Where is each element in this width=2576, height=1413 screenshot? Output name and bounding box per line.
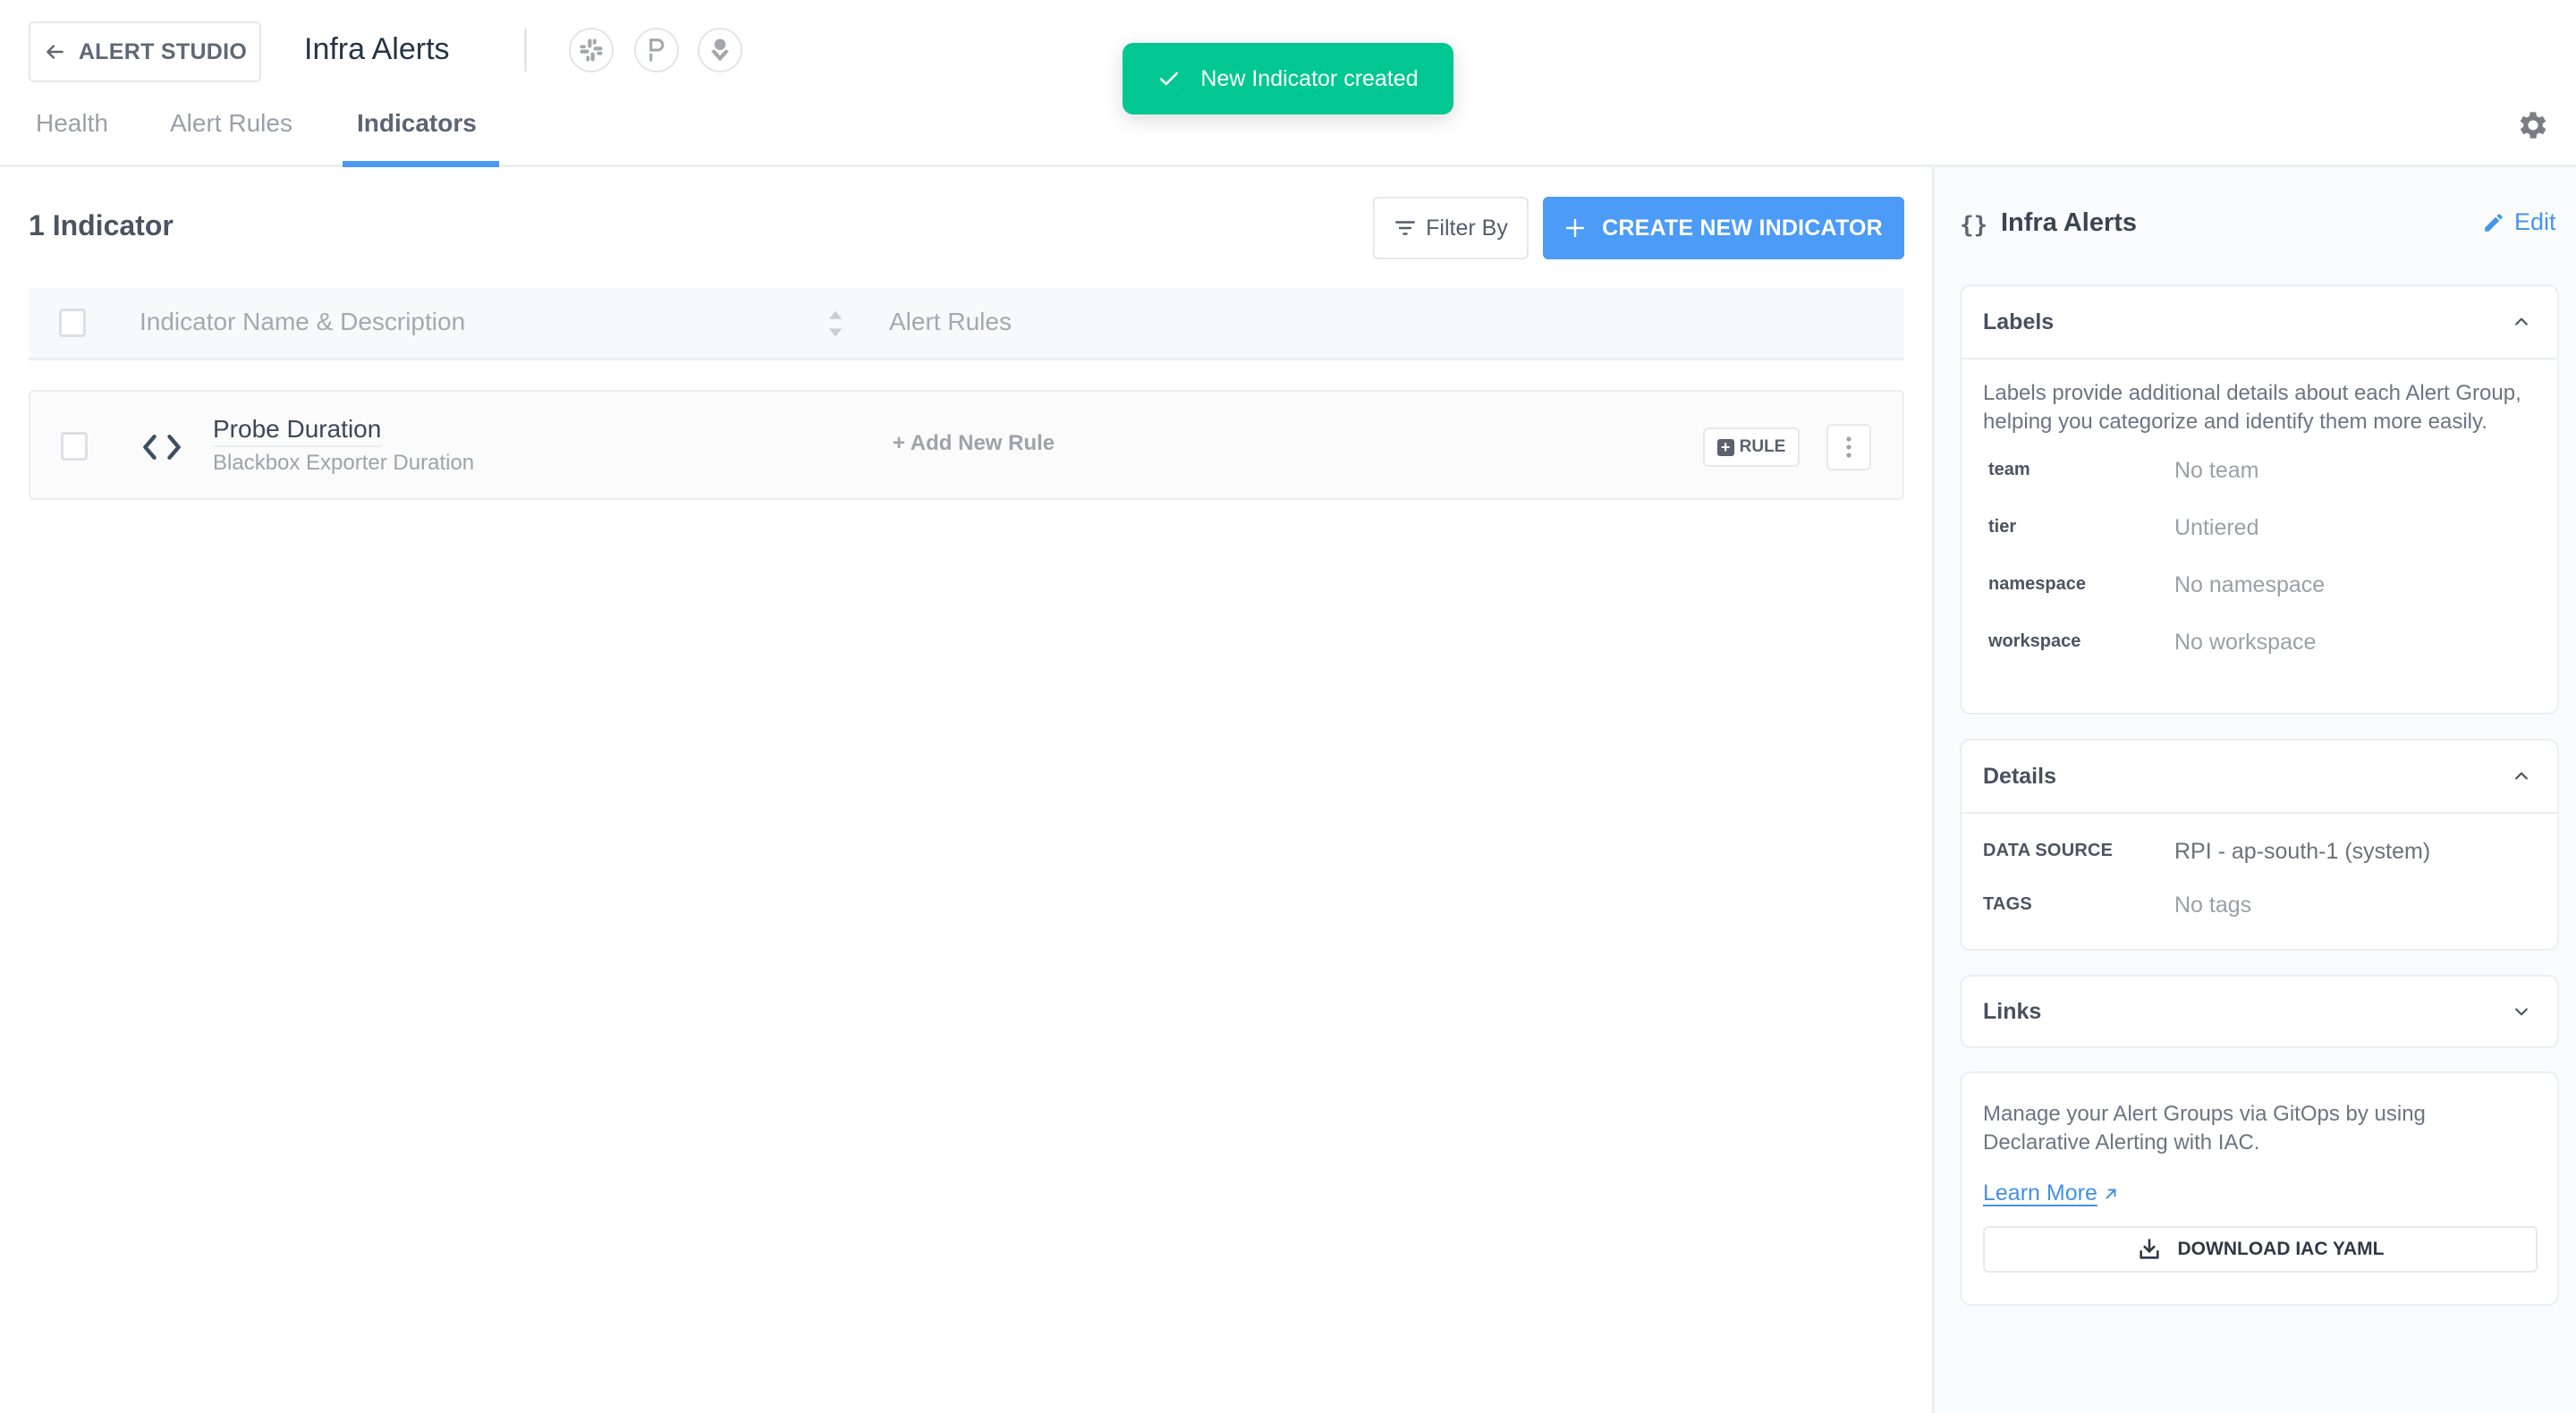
tab-health[interactable]: Health xyxy=(36,109,108,138)
labels-card-title: Labels xyxy=(1983,309,2055,334)
opsgenie-icon xyxy=(711,38,729,62)
plus-icon xyxy=(1565,218,1585,238)
detail-row-data-source: DATA SOURCE RPI - ap-south-1 (system) xyxy=(1983,825,2536,878)
arrow-left-icon xyxy=(47,45,64,59)
label-row-tier: tier Untiered xyxy=(1983,501,2536,558)
row-more-options-button[interactable] xyxy=(1826,424,1871,470)
links-card: Links xyxy=(1960,975,2559,1048)
more-vertical-icon xyxy=(1846,436,1852,458)
toast-message: New Indicator created xyxy=(1200,65,1419,91)
slack-icon xyxy=(580,38,603,62)
indicator-count-title: 1 Indicator xyxy=(29,209,174,241)
label-row-team: team No team xyxy=(1983,444,2536,501)
label-key: tier xyxy=(1988,517,2017,537)
table-header: Indicator Name & Description Alert Rules xyxy=(29,288,1904,360)
create-new-indicator-label: CREATE NEW INDICATOR xyxy=(1602,215,1883,241)
gitops-card: Manage your Alert Groups via GitOps by u… xyxy=(1960,1071,2559,1306)
labels-card: Labels Labels provide additional details… xyxy=(1960,284,2559,715)
success-toast: New Indicator created xyxy=(1123,43,1453,114)
select-all-checkbox[interactable] xyxy=(59,309,86,337)
table-row[interactable]: Probe Duration Blackbox Exporter Duratio… xyxy=(29,390,1904,500)
sort-icon[interactable] xyxy=(827,309,843,338)
chevron-down-icon xyxy=(2515,1008,2528,1016)
filter-icon xyxy=(1395,221,1416,235)
detail-value: No tags xyxy=(2174,893,2252,918)
filter-by-label: Filter By xyxy=(1426,215,1508,241)
chevron-up-icon xyxy=(2515,772,2528,780)
labels-card-header[interactable]: Labels xyxy=(1962,286,2557,360)
opsgenie-integration-button[interactable] xyxy=(698,28,742,72)
download-icon xyxy=(2139,1239,2159,1259)
learn-more-label: Learn More xyxy=(1983,1180,2097,1206)
filter-by-button[interactable]: Filter By xyxy=(1373,197,1529,259)
details-card-title: Details xyxy=(1983,763,2056,789)
column-header-alert-rules: Alert Rules xyxy=(889,308,1012,335)
gear-icon[interactable] xyxy=(2515,107,2551,143)
row-checkbox[interactable] xyxy=(61,432,88,461)
active-tab-indicator xyxy=(343,161,499,167)
back-to-alert-studio-button[interactable]: ALERT STUDIO xyxy=(29,21,261,82)
rule-button-label: RULE xyxy=(1739,437,1786,456)
code-icon xyxy=(143,434,181,461)
label-key: workspace xyxy=(1988,631,2081,651)
pagerduty-icon xyxy=(649,38,665,62)
edit-button[interactable]: Edit xyxy=(2482,208,2556,236)
details-card-header[interactable]: Details xyxy=(1962,740,2557,814)
detail-key: DATA SOURCE xyxy=(1983,841,2114,860)
label-value: No namespace xyxy=(2174,572,2326,597)
links-card-header[interactable]: Links xyxy=(1962,977,2557,1046)
detail-row-tags: TAGS No tags xyxy=(1983,878,2536,932)
label-row-namespace: namespace No namespace xyxy=(1983,558,2536,615)
plus-square-icon: + xyxy=(1716,438,1734,456)
tab-indicators[interactable]: Indicators xyxy=(357,109,477,138)
header-divider xyxy=(524,29,527,72)
label-key: team xyxy=(1988,460,2030,479)
check-icon xyxy=(1160,72,1179,86)
labels-description: Labels provide additional details about … xyxy=(1983,381,2521,434)
pagerduty-integration-button[interactable] xyxy=(634,28,679,72)
download-label: DOWNLOAD IAC YAML xyxy=(2177,1239,2385,1259)
learn-more-link[interactable]: Learn More xyxy=(1983,1180,2119,1206)
detail-key: TAGS xyxy=(1983,894,2032,914)
tab-alert-rules[interactable]: Alert Rules xyxy=(170,109,292,138)
label-value: Untiered xyxy=(2174,515,2259,540)
chevron-up-icon xyxy=(2515,317,2528,326)
details-sidebar: {} Infra Alerts Edit Labels Labels provi… xyxy=(1932,167,2576,1413)
column-header-indicator-name[interactable]: Indicator Name & Description xyxy=(140,308,465,336)
label-value: No workspace xyxy=(2174,630,2317,655)
braces-icon: {} xyxy=(1960,212,1988,239)
label-value: No team xyxy=(2174,458,2259,483)
details-card: Details DATA SOURCE RPI - ap-south-1 (sy… xyxy=(1960,739,2559,951)
detail-value: RPI - ap-south-1 (system) xyxy=(2174,839,2431,864)
gitops-description: Manage your Alert Groups via GitOps by u… xyxy=(1983,1102,2426,1155)
sidebar-title: Infra Alerts xyxy=(2001,208,2138,237)
indicator-description: Blackbox Exporter Duration xyxy=(213,451,475,475)
external-link-icon xyxy=(2106,1189,2116,1198)
add-rule-button[interactable]: + RULE xyxy=(1703,427,1800,467)
label-key: namespace xyxy=(1988,574,2086,594)
back-button-label: ALERT STUDIO xyxy=(78,38,248,64)
indicator-name-link[interactable]: Probe Duration xyxy=(213,415,382,447)
alert-group-title: Infra Alerts xyxy=(304,32,450,66)
pencil-icon xyxy=(2485,213,2503,232)
add-new-rule-link[interactable]: + Add New Rule xyxy=(893,431,1055,456)
download-iac-yaml-button[interactable]: DOWNLOAD IAC YAML xyxy=(1983,1226,2538,1273)
label-row-workspace: workspace No workspace xyxy=(1983,615,2536,673)
edit-label: Edit xyxy=(2514,208,2556,235)
create-new-indicator-button[interactable]: CREATE NEW INDICATOR xyxy=(1543,197,1904,259)
links-card-title: Links xyxy=(1983,998,2042,1024)
slack-integration-button[interactable] xyxy=(569,28,614,72)
